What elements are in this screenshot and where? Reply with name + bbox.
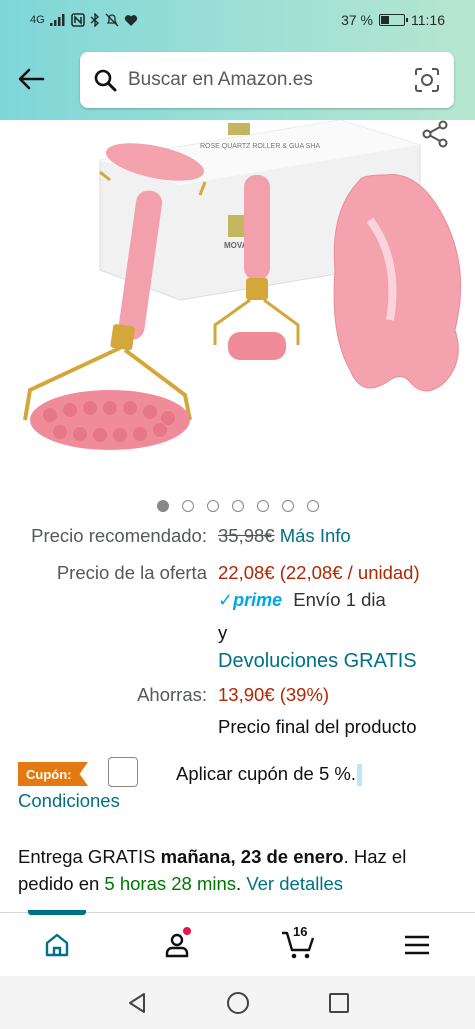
back-arrow-icon — [18, 68, 45, 90]
product-image[interactable]: ROSE QUARTZ ROLLER & GUA SHA MOVALUES — [0, 120, 475, 495]
circle-home-icon — [227, 992, 249, 1014]
final-price-note: Precio final del producto — [218, 716, 417, 737]
mute-icon — [105, 13, 119, 27]
carousel-dot[interactable] — [281, 500, 294, 512]
menu-icon — [405, 935, 429, 955]
system-recents-button[interactable] — [326, 990, 352, 1016]
bottom-navigation: 16 — [0, 910, 475, 976]
battery-icon — [379, 14, 408, 26]
carousel-dot[interactable] — [256, 500, 269, 512]
nav-account[interactable] — [157, 927, 197, 963]
delivery-date: mañana, 23 de enero — [160, 846, 344, 867]
delivery-separator: . — [236, 873, 242, 894]
search-icon — [92, 67, 118, 93]
system-back-button[interactable] — [124, 990, 150, 1016]
box-label-text: ROSE QUARTZ ROLLER & GUA SHA — [200, 143, 320, 150]
delivery-details-link[interactable]: Ver detalles — [246, 873, 343, 894]
bluetooth-icon — [90, 13, 99, 27]
nfc-icon — [70, 13, 85, 27]
coupon-checkbox[interactable] — [108, 757, 138, 787]
system-navigation-bar — [0, 976, 475, 1029]
product-photo: ROSE QUARTZ ROLLER & GUA SHA MOVALUES — [23, 120, 462, 450]
status-bar: 4G 37 % 11:16 — [0, 0, 475, 40]
shipping-text: Envío 1 dia — [293, 589, 386, 610]
triangle-back-icon — [129, 993, 145, 1013]
savings-label: Ahorras: — [137, 684, 207, 705]
nav-cart[interactable]: 16 — [277, 924, 321, 963]
text-cursor — [356, 764, 362, 787]
notification-dot — [183, 927, 191, 935]
carousel-dot[interactable] — [206, 500, 219, 512]
free-returns-link[interactable]: Devoluciones GRATIS — [218, 650, 417, 673]
coupon-conditions-link[interactable]: Condiciones — [18, 790, 120, 812]
prime-shipping: ✓prime Envío 1 dia — [218, 589, 386, 611]
active-tab-indicator — [28, 910, 86, 915]
carousel-dot[interactable] — [181, 500, 194, 512]
nav-menu[interactable] — [397, 927, 437, 963]
offer-price: 22,08€ — [218, 562, 275, 583]
offer-price-values: 22,08€ (22,08€ / unidad) — [218, 562, 420, 584]
prime-logo: ✓prime — [218, 590, 283, 610]
clock: 11:16 — [411, 12, 445, 28]
camera-search-icon[interactable] — [414, 67, 440, 93]
offer-price-label: Precio de la oferta — [56, 562, 207, 583]
battery-percent: 37 % — [341, 12, 373, 28]
system-home-button[interactable] — [225, 990, 251, 1016]
coupon-badge: Cupón: — [18, 762, 88, 786]
delivery-info: Entrega GRATIS mañana, 23 de enero. Haz … — [18, 843, 458, 897]
home-icon — [45, 933, 69, 957]
recommended-price: 35,98€ — [218, 525, 275, 546]
delivery-countdown: 5 horas 28 mins — [104, 873, 237, 894]
and-text: y — [218, 622, 228, 643]
signal-icon — [49, 14, 65, 26]
delivery-prefix: Entrega GRATIS — [18, 846, 156, 867]
recommended-price-label: Precio recomendado: — [31, 525, 207, 546]
back-button[interactable] — [14, 62, 48, 96]
carousel-dot[interactable] — [231, 500, 244, 512]
account-icon — [165, 933, 189, 958]
battery-fill — [381, 16, 390, 24]
savings-value: 13,90€ (39%) — [218, 684, 330, 705]
coupon-text-wrap: Aplicar cupón de 5 %. — [176, 763, 362, 787]
carousel-dots[interactable] — [0, 500, 475, 512]
share-icon[interactable] — [421, 120, 449, 148]
square-recents-icon — [329, 993, 349, 1013]
nav-home[interactable] — [37, 927, 77, 963]
heart-icon — [124, 14, 137, 26]
more-info-link[interactable]: Más Info — [280, 525, 351, 546]
coupon-text: Aplicar cupón de 5 %. — [176, 763, 356, 784]
search-header — [0, 40, 475, 120]
network-type: 4G — [30, 14, 45, 26]
status-icons-right: 37 % 11:16 — [341, 12, 445, 28]
carousel-dot[interactable] — [156, 500, 169, 512]
search-box[interactable] — [80, 52, 454, 108]
search-input[interactable] — [128, 69, 398, 91]
status-icons-left: 4G — [30, 13, 138, 27]
recommended-price-values: 35,98€ Más Info — [218, 525, 351, 547]
unit-price: (22,08€ / unidad) — [279, 562, 420, 583]
carousel-dot[interactable] — [306, 500, 319, 512]
cart-count: 16 — [293, 924, 308, 939]
